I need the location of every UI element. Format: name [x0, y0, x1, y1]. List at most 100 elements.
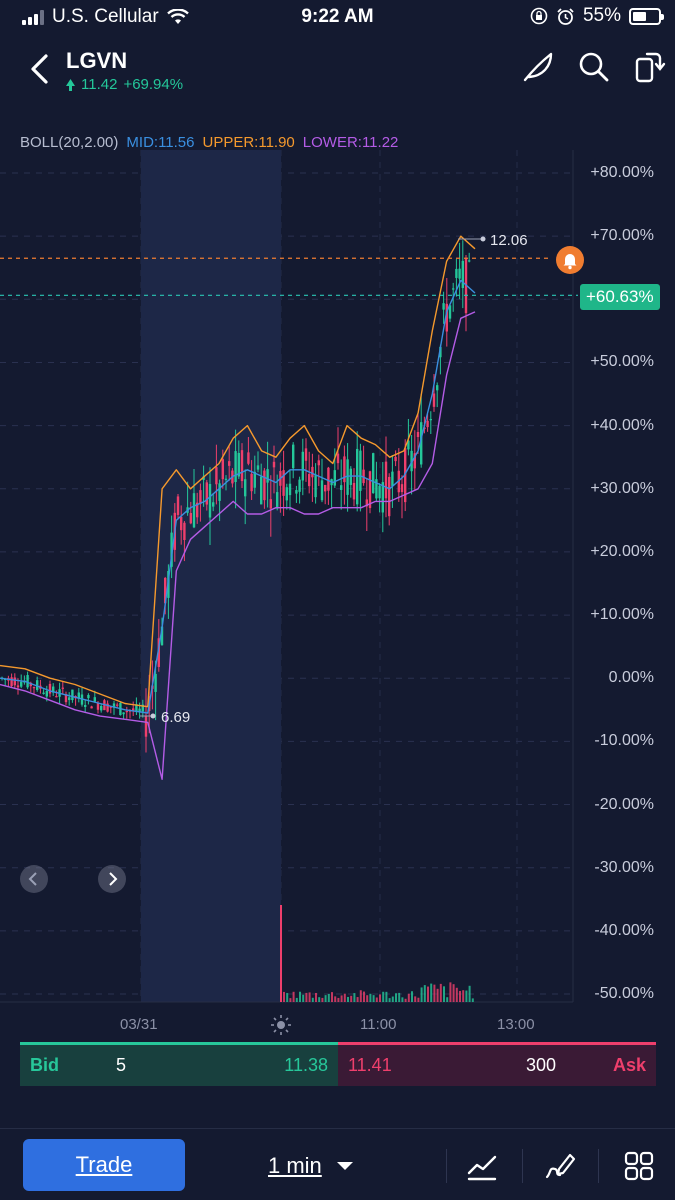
bid-label: Bid: [30, 1055, 59, 1075]
volume-bar: [427, 986, 429, 1002]
chart-next-button[interactable]: [98, 865, 126, 893]
volume-bar: [455, 987, 458, 1002]
volume-bar: [414, 996, 417, 1002]
grid-icon[interactable]: [622, 1149, 656, 1183]
volume-bar: [369, 993, 372, 1002]
candle-body: [55, 696, 58, 698]
candle-body: [96, 703, 100, 710]
candle-body: [199, 490, 202, 504]
candle-body: [378, 485, 381, 499]
search-icon[interactable]: [577, 50, 611, 84]
interval-label: 1 min: [268, 1153, 322, 1178]
interval-selector[interactable]: 1 min: [268, 1153, 354, 1179]
volume-bar: [347, 996, 349, 1002]
candle-body: [212, 502, 215, 507]
volume-bar: [356, 997, 359, 1002]
volume-bars: [280, 905, 474, 1002]
candle-body: [125, 710, 128, 713]
back-arrow-icon[interactable]: [26, 52, 56, 86]
volume-bar: [391, 996, 394, 1002]
bid-price: 11.38: [284, 1055, 328, 1075]
candle-body: [269, 499, 272, 509]
candle-body: [13, 677, 16, 686]
candle-body: [359, 450, 362, 491]
candle-body: [468, 260, 471, 262]
bid-size: 5: [116, 1055, 127, 1075]
candle-body: [432, 393, 436, 407]
low-price-label: 6.69: [161, 709, 190, 726]
trade-button[interactable]: Trade: [23, 1139, 185, 1191]
candle-body: [10, 677, 13, 687]
candle-body: [244, 479, 247, 497]
volume-bar: [404, 998, 407, 1002]
chevron-left-icon: [28, 872, 37, 886]
volume-bar: [327, 994, 330, 1002]
candle-body: [84, 704, 87, 707]
chart-prev-button[interactable]: [20, 865, 48, 893]
volume-bar: [452, 984, 455, 1002]
volume-bar: [372, 995, 375, 1002]
candle-body: [215, 467, 218, 485]
indicator-name: BOLL(20,2.00): [20, 134, 119, 151]
candle-body: [87, 694, 90, 699]
feather-icon[interactable]: [521, 50, 555, 84]
candle-body: [442, 303, 445, 310]
volume-bar: [471, 998, 474, 1002]
x-label-1100: 11:00: [360, 1016, 397, 1033]
candle-body: [346, 459, 349, 495]
caret-down-icon: [336, 1162, 353, 1170]
candle-body: [266, 469, 269, 483]
price-quote: 11.42 +69.94%: [66, 76, 183, 93]
draw-icon[interactable]: [543, 1149, 577, 1183]
candle-body: [26, 675, 29, 688]
ask-panel[interactable]: 11.41 300 Ask: [338, 1042, 656, 1086]
candle-body: [372, 453, 375, 494]
bid-ask-bar[interactable]: Bid 5 11.38 11.41 300 Ask: [20, 1042, 656, 1086]
candle-body: [292, 444, 295, 469]
volume-bar: [430, 983, 433, 1002]
indicator-upper: UPPER:11.90: [202, 134, 295, 151]
candle-body: [416, 432, 420, 438]
candle-body: [253, 471, 256, 488]
bid-panel[interactable]: Bid 5 11.38: [20, 1042, 338, 1086]
volume-bar: [446, 997, 449, 1002]
candle-body: [192, 493, 196, 528]
candle-body: [180, 516, 183, 531]
candle-body: [16, 685, 20, 688]
volume-bar: [443, 986, 445, 1002]
candle-body: [301, 451, 304, 481]
indicator-icon[interactable]: [465, 1149, 499, 1183]
candle-body: [314, 475, 317, 498]
candle-body: [391, 471, 394, 487]
y-axis-label: +30.00%: [590, 479, 654, 497]
stock-header: LGVN 11.42 +69.94%: [0, 40, 675, 100]
bollinger-legend[interactable]: BOLL(20,2.00) MID:11.56 UPPER:11.90 LOWE…: [20, 134, 398, 151]
volume-bar: [423, 985, 426, 1002]
candle-body: [452, 288, 455, 290]
candle-body: [176, 496, 180, 515]
volume-bar: [286, 993, 289, 1002]
volume-bar: [283, 991, 285, 1002]
volume-bar: [420, 987, 423, 1002]
toolbar-divider: [598, 1149, 599, 1183]
candle-body: [272, 461, 276, 468]
volume-bar: [324, 995, 327, 1002]
candle-body: [429, 419, 432, 421]
candle-body: [247, 452, 250, 464]
status-right: 55%: [530, 5, 664, 27]
volume-bar: [385, 991, 388, 1002]
volume-bar: [280, 905, 282, 1002]
candle-body: [288, 483, 292, 496]
toolbar-divider: [446, 1149, 447, 1183]
volume-bar: [337, 997, 340, 1002]
candle-body: [304, 448, 308, 461]
candle-body: [295, 490, 298, 494]
candle-body: [298, 479, 301, 492]
chart-grid: [0, 150, 573, 1002]
ask-price: 11.41: [348, 1055, 392, 1075]
volume-bar: [407, 993, 410, 1002]
rotate-icon[interactable]: [632, 50, 666, 84]
candle-body: [311, 466, 314, 478]
price-alert[interactable]: [556, 246, 584, 274]
candle-body: [42, 692, 45, 694]
